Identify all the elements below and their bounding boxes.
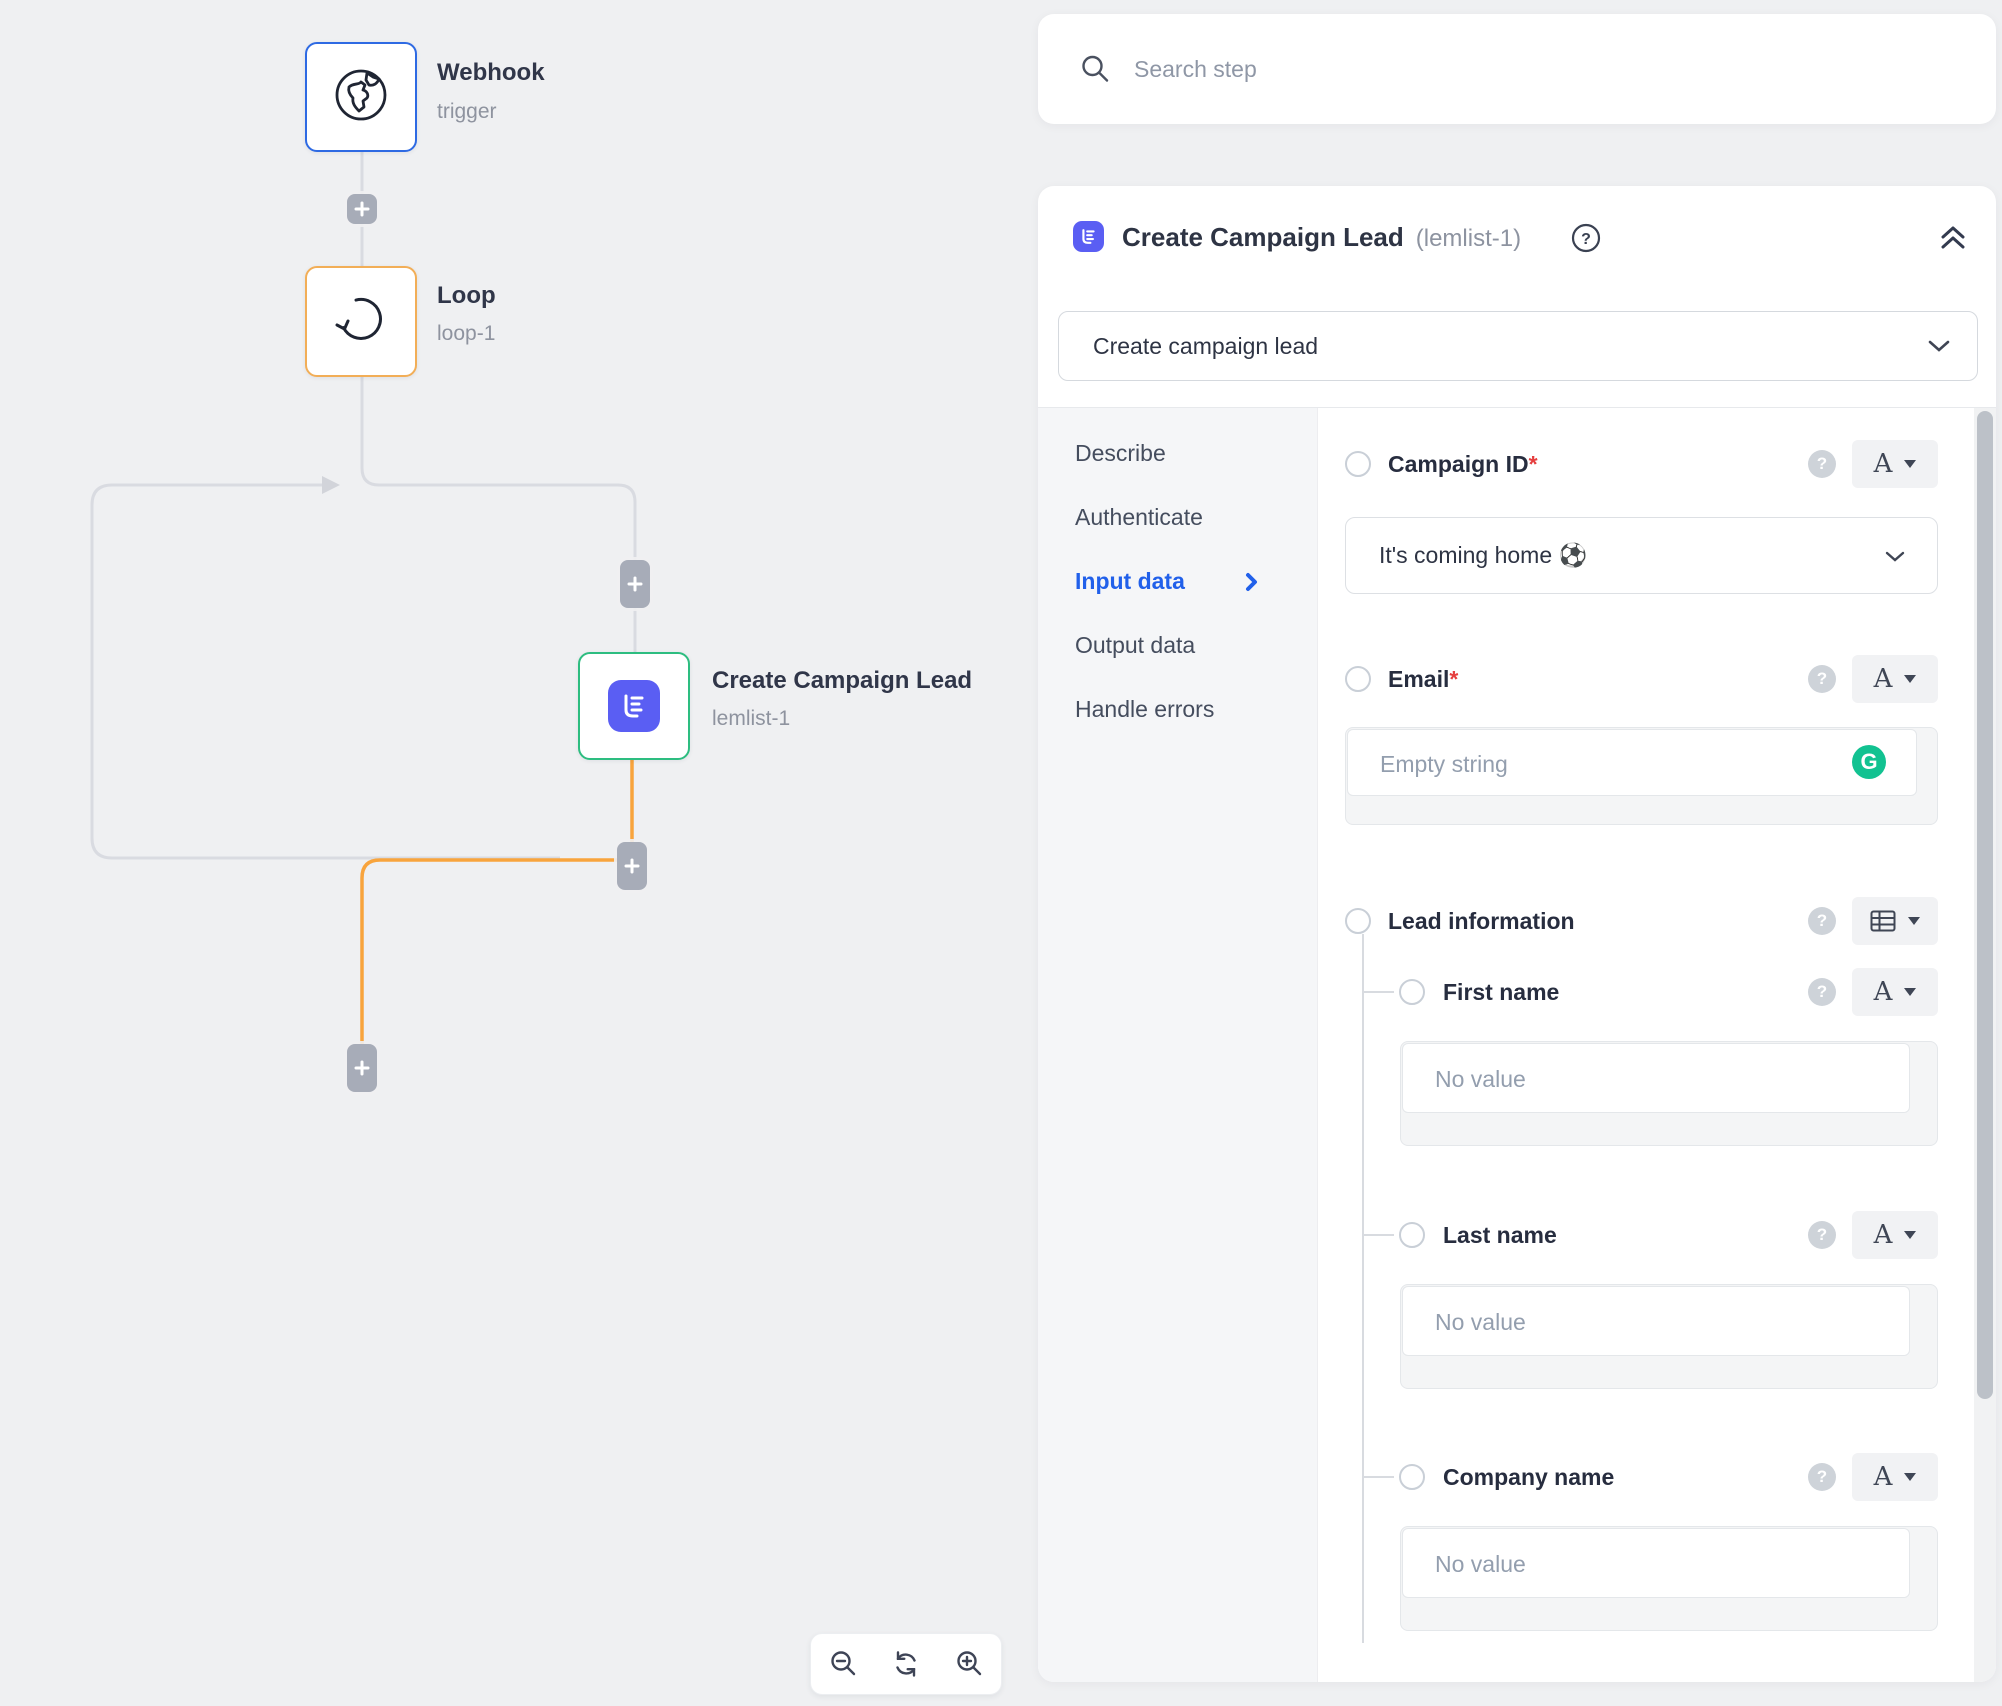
tab-describe[interactable]: Describe xyxy=(1075,440,1166,467)
node-subtitle: trigger xyxy=(437,100,497,124)
refresh-button[interactable] xyxy=(878,1636,934,1692)
help-icon[interactable]: ? xyxy=(1808,665,1836,693)
add-step-button[interactable] xyxy=(620,560,650,608)
node-title: Loop xyxy=(437,282,496,310)
last-name-placeholder: No value xyxy=(1435,1309,1526,1336)
caret-down-icon xyxy=(1904,460,1916,468)
svg-text:?: ? xyxy=(1581,231,1591,248)
chevron-right-icon xyxy=(1245,572,1258,592)
help-icon[interactable]: ? xyxy=(1808,450,1836,478)
email-label: Email* xyxy=(1388,666,1458,693)
lead-information-label: Lead information xyxy=(1388,908,1575,935)
last-name-input-container: No value xyxy=(1400,1284,1938,1389)
loopback-arrowhead xyxy=(322,476,340,494)
tab-handle-errors[interactable]: Handle errors xyxy=(1075,696,1214,723)
grammarly-icon[interactable]: G xyxy=(1852,745,1886,779)
help-icon[interactable]: ? xyxy=(1808,907,1836,935)
lemlist-logo-icon xyxy=(608,680,660,732)
company-name-input-container: No value xyxy=(1400,1526,1938,1631)
company-name-placeholder: No value xyxy=(1435,1551,1526,1578)
caret-down-icon xyxy=(1904,1231,1916,1239)
field-type-button[interactable]: A xyxy=(1852,1211,1938,1259)
tree-tick xyxy=(1362,1234,1394,1236)
caret-down-icon xyxy=(1904,675,1916,683)
collapse-panel-icon[interactable] xyxy=(1937,223,1969,253)
search-step-card xyxy=(1038,14,1996,124)
tree-connector xyxy=(1362,934,1364,1643)
campaign-id-radio[interactable] xyxy=(1345,451,1371,477)
node-title: Create Campaign Lead xyxy=(712,667,972,695)
email-radio[interactable] xyxy=(1345,666,1371,692)
zoom-out-button[interactable] xyxy=(815,1636,871,1692)
chevron-down-icon xyxy=(1927,339,1951,353)
search-icon xyxy=(1080,54,1110,84)
first-name-input-container: No value xyxy=(1400,1041,1938,1146)
tab-output-data[interactable]: Output data xyxy=(1075,632,1195,659)
first-name-placeholder: No value xyxy=(1435,1066,1526,1093)
field-type-button[interactable] xyxy=(1852,897,1938,945)
globe-icon xyxy=(330,64,392,131)
first-name-radio[interactable] xyxy=(1399,979,1425,1005)
lead-information-radio[interactable] xyxy=(1345,908,1371,934)
field-type-button[interactable]: A xyxy=(1852,440,1938,488)
loop-node[interactable] xyxy=(305,266,417,377)
tree-tick xyxy=(1362,1476,1394,1478)
node-title: Webhook xyxy=(437,59,545,87)
inspector-sidebar: Describe Authenticate Input data Output … xyxy=(1038,408,1318,1682)
email-input-container: Empty string G xyxy=(1345,727,1938,825)
loop-arrow-icon xyxy=(330,288,392,355)
field-type-button[interactable]: A xyxy=(1852,655,1938,703)
panel-instance: (lemlist-1) xyxy=(1416,225,1521,252)
tab-authenticate[interactable]: Authenticate xyxy=(1075,504,1203,531)
add-step-button[interactable] xyxy=(617,842,647,890)
last-name-radio[interactable] xyxy=(1399,1222,1425,1248)
company-name-label: Company name xyxy=(1443,1464,1614,1491)
company-name-radio[interactable] xyxy=(1399,1464,1425,1490)
help-icon[interactable]: ? xyxy=(1808,1463,1836,1491)
node-subtitle: lemlist-1 xyxy=(712,707,790,731)
canvas-toolbar xyxy=(810,1633,1002,1695)
lemlist-logo-icon xyxy=(1073,221,1104,252)
create-campaign-lead-node[interactable] xyxy=(578,652,690,760)
step-inspector-panel: Create Campaign Lead(lemlist-1) ? Create… xyxy=(1038,186,1996,1682)
panel-title: Create Campaign Lead(lemlist-1) xyxy=(1122,222,1521,253)
caret-down-icon xyxy=(1904,1473,1916,1481)
search-step-input[interactable] xyxy=(1134,56,1996,83)
tab-input-data[interactable]: Input data xyxy=(1075,568,1258,595)
zoom-in-button[interactable] xyxy=(941,1636,997,1692)
action-select[interactable]: Create campaign lead xyxy=(1058,311,1978,381)
help-icon[interactable]: ? xyxy=(1808,978,1836,1006)
add-step-button[interactable] xyxy=(347,194,377,224)
last-name-label: Last name xyxy=(1443,1222,1557,1249)
add-step-button[interactable] xyxy=(347,1044,377,1092)
table-icon xyxy=(1870,909,1896,933)
webhook-node[interactable] xyxy=(305,42,417,152)
help-icon[interactable]: ? xyxy=(1808,1221,1836,1249)
campaign-id-label: Campaign ID* xyxy=(1388,451,1538,478)
caret-down-icon xyxy=(1908,917,1920,925)
campaign-id-select[interactable]: It's coming home ⚽ xyxy=(1345,517,1938,594)
email-placeholder: Empty string xyxy=(1380,751,1508,778)
caret-down-icon xyxy=(1904,988,1916,996)
panel-scrollbar-thumb[interactable] xyxy=(1977,411,1993,1399)
chevron-down-icon xyxy=(1884,550,1906,563)
action-select-value: Create campaign lead xyxy=(1093,333,1318,360)
node-subtitle: loop-1 xyxy=(437,322,495,346)
tree-tick xyxy=(1362,991,1394,993)
help-icon[interactable]: ? xyxy=(1571,223,1601,253)
field-type-button[interactable]: A xyxy=(1852,1453,1938,1501)
first-name-label: First name xyxy=(1443,979,1559,1006)
field-type-button[interactable]: A xyxy=(1852,968,1938,1016)
campaign-id-value: It's coming home ⚽ xyxy=(1379,542,1587,569)
